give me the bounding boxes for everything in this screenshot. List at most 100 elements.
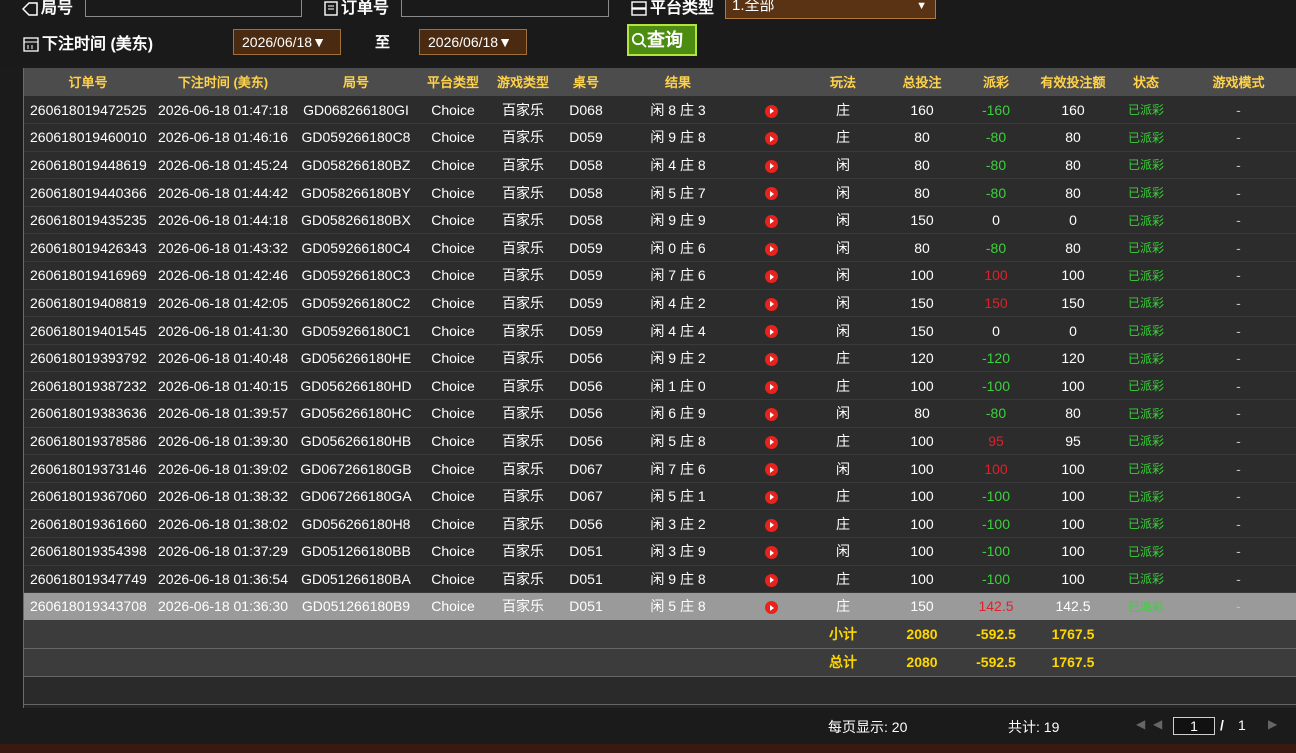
table-row[interactable]: 260618019448619 2026-06-18 01:45:24 GD0582… bbox=[24, 151, 1296, 180]
table-row[interactable]: 260618019472525 2026-06-18 01:47:18 GD0682… bbox=[24, 96, 1296, 125]
table-row[interactable]: 260618019416969 2026-06-18 01:42:46 GD0592… bbox=[24, 261, 1296, 290]
cell-replay[interactable] bbox=[742, 233, 800, 263]
cell-order: 260618019393792 bbox=[24, 344, 152, 373]
table-row[interactable]: 260618019401545 2026-06-18 01:41:30 GD0592… bbox=[24, 316, 1296, 345]
next-page-icon[interactable]: ▶ bbox=[1268, 717, 1277, 731]
play-icon[interactable] bbox=[764, 132, 778, 146]
cell-table: D058 bbox=[558, 206, 614, 235]
date-to-select[interactable]: 2026/06/18▼ bbox=[419, 29, 527, 55]
cell-table: D056 bbox=[558, 371, 614, 401]
cell-table: D058 bbox=[558, 151, 614, 180]
play-icon[interactable] bbox=[764, 270, 778, 284]
cell-replay[interactable] bbox=[742, 123, 800, 152]
cell-replay[interactable] bbox=[742, 178, 800, 207]
subtotal-row-cell bbox=[558, 620, 614, 649]
table-row[interactable]: 260618019354398 2026-06-18 01:37:29 GD0512… bbox=[24, 537, 1296, 566]
col-valid[interactable]: 有效投注额 bbox=[1034, 68, 1112, 97]
prev-page-icon[interactable]: ◀ bbox=[1153, 717, 1162, 731]
total-row-cell bbox=[558, 648, 614, 677]
table-row[interactable]: 260618019435235 2026-06-18 01:44:18 GD0582… bbox=[24, 206, 1296, 235]
platform-label-text: 平台类型 bbox=[650, 0, 715, 17]
play-icon[interactable] bbox=[764, 187, 778, 201]
table-row[interactable]: 260618019343708 2026-06-18 01:36:30 GD0512… bbox=[24, 592, 1296, 621]
cell-replay[interactable] bbox=[742, 344, 800, 373]
cell-status: 已派彩 bbox=[1112, 206, 1180, 235]
cell-replay[interactable] bbox=[742, 537, 800, 566]
play-icon[interactable] bbox=[764, 601, 778, 615]
cell-mode: - bbox=[1180, 371, 1296, 401]
cell-replay[interactable] bbox=[742, 96, 800, 125]
play-icon[interactable] bbox=[764, 104, 778, 118]
table-row[interactable]: 260618019426343 2026-06-18 01:43:32 GD0592… bbox=[24, 233, 1296, 263]
cell-platform: Choice bbox=[418, 123, 488, 152]
cell-status: 已派彩 bbox=[1112, 261, 1180, 290]
first-page-icon[interactable]: ◀ bbox=[1136, 717, 1145, 731]
col-bet[interactable]: 总投注 bbox=[886, 68, 958, 97]
cell-replay[interactable] bbox=[742, 206, 800, 235]
col-play[interactable]: 玩法 bbox=[800, 68, 886, 97]
cell-replay[interactable] bbox=[742, 592, 800, 621]
table-row[interactable]: 260618019460010 2026-06-18 01:46:16 GD0592… bbox=[24, 123, 1296, 152]
table-row[interactable]: 260618019393792 2026-06-18 01:40:48 GD0562… bbox=[24, 344, 1296, 373]
cell-replay[interactable] bbox=[742, 289, 800, 318]
cell-order: 260618019378586 bbox=[24, 427, 152, 456]
col-mode[interactable]: 游戏模式 bbox=[1180, 68, 1296, 97]
play-icon[interactable] bbox=[764, 242, 778, 256]
cell-platform: Choice bbox=[418, 233, 488, 263]
cell-replay[interactable] bbox=[742, 509, 800, 538]
table-row[interactable]: 260618019408819 2026-06-18 01:42:05 GD0592… bbox=[24, 289, 1296, 318]
play-icon[interactable] bbox=[764, 546, 778, 560]
play-icon[interactable] bbox=[764, 408, 778, 422]
cell-order: 260618019343708 bbox=[24, 592, 152, 621]
play-icon[interactable] bbox=[764, 159, 778, 173]
play-icon[interactable] bbox=[764, 490, 778, 504]
play-icon[interactable] bbox=[764, 518, 778, 532]
cell-replay[interactable] bbox=[742, 427, 800, 456]
table-row[interactable]: 260618019440366 2026-06-18 01:44:42 GD0582… bbox=[24, 178, 1296, 207]
cell-replay[interactable] bbox=[742, 399, 800, 428]
cell-order: 260618019426343 bbox=[24, 233, 152, 263]
table-row[interactable]: 260618019387232 2026-06-18 01:40:15 GD0562… bbox=[24, 371, 1296, 401]
order-input[interactable] bbox=[401, 0, 609, 17]
table-row[interactable]: 260618019383636 2026-06-18 01:39:57 GD0562… bbox=[24, 399, 1296, 428]
cell-replay[interactable] bbox=[742, 454, 800, 483]
table-row[interactable]: 260618019347749 2026-06-18 01:36:54 GD0512… bbox=[24, 565, 1296, 594]
play-icon[interactable] bbox=[764, 214, 778, 228]
table-row[interactable]: 260618019367060 2026-06-18 01:38:32 GD0672… bbox=[24, 482, 1296, 511]
table-row[interactable]: 260618019373146 2026-06-18 01:39:02 GD0672… bbox=[24, 454, 1296, 483]
cell-valid: 100 bbox=[1034, 454, 1112, 483]
cell-replay[interactable] bbox=[742, 482, 800, 511]
cell-replay[interactable] bbox=[742, 151, 800, 180]
col-result[interactable]: 结果 bbox=[614, 68, 742, 97]
col-game[interactable]: 游戏类型 bbox=[488, 68, 558, 97]
col-platform[interactable]: 平台类型 bbox=[418, 68, 488, 97]
col-table[interactable]: 桌号 bbox=[558, 68, 614, 97]
play-icon[interactable] bbox=[764, 325, 778, 339]
round-input[interactable] bbox=[85, 0, 302, 17]
play-icon[interactable] bbox=[764, 297, 778, 311]
col-time[interactable]: 下注时间 (美东) bbox=[152, 68, 294, 97]
col-payout[interactable]: 派彩 bbox=[958, 68, 1034, 97]
platform-select[interactable]: 1.全部 ▼ bbox=[725, 0, 936, 19]
cell-replay[interactable] bbox=[742, 261, 800, 290]
play-icon[interactable] bbox=[764, 380, 778, 394]
cell-replay[interactable] bbox=[742, 565, 800, 594]
play-icon[interactable] bbox=[764, 463, 778, 477]
play-icon[interactable] bbox=[764, 435, 778, 449]
cell-replay[interactable] bbox=[742, 371, 800, 401]
page-input[interactable]: 1 bbox=[1173, 717, 1215, 735]
table-row[interactable]: 260618019378586 2026-06-18 01:39:30 GD0562… bbox=[24, 427, 1296, 456]
play-icon[interactable] bbox=[764, 573, 778, 587]
date-from-select[interactable]: 2026/06/18▼ bbox=[233, 29, 341, 55]
col-status[interactable]: 状态 bbox=[1112, 68, 1180, 97]
table-row[interactable]: 260618019361660 2026-06-18 01:38:02 GD0562… bbox=[24, 509, 1296, 538]
col-round[interactable]: 局号 bbox=[294, 68, 418, 97]
cell-table: D067 bbox=[558, 454, 614, 483]
cell-valid: 0 bbox=[1034, 316, 1112, 345]
play-icon[interactable] bbox=[764, 352, 778, 366]
query-button[interactable]: 查询 bbox=[627, 24, 697, 56]
cell-replay[interactable] bbox=[742, 316, 800, 345]
cell-platform: Choice bbox=[418, 399, 488, 428]
cell-order: 260618019472525 bbox=[24, 96, 152, 125]
col-order[interactable]: 订单号 bbox=[24, 68, 152, 97]
